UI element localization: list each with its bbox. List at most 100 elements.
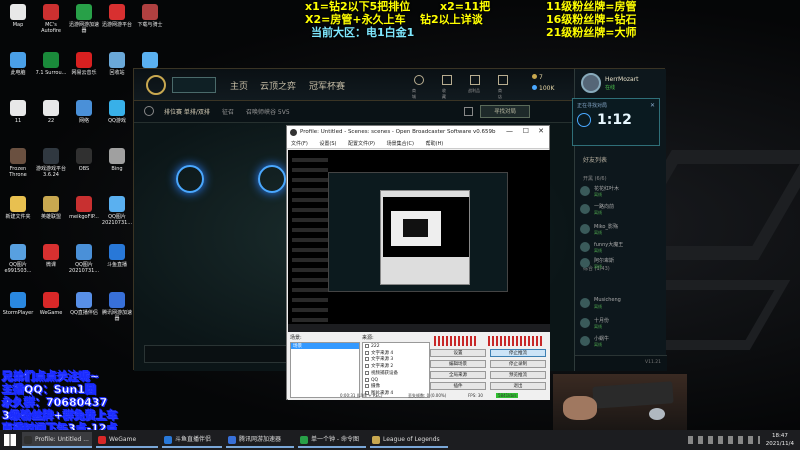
desktop-icon[interactable]: 微课 [35, 244, 67, 268]
source-checkbox[interactable] [365, 357, 369, 362]
taskbar-task[interactable]: WeGame [96, 432, 158, 448]
desktop-icon[interactable]: WeGame [35, 292, 67, 316]
source-item[interactable]: 视频捕获设备 [365, 370, 398, 377]
obs-button[interactable]: 停止推流 [490, 349, 546, 357]
maximize-button[interactable]: ☐ [523, 127, 529, 135]
social-group-1[interactable]: 开黑 (6/6) [583, 175, 607, 182]
scenes-list[interactable]: 场景 [290, 342, 360, 398]
friend-item[interactable]: 十月份 离线 [580, 316, 660, 332]
shop-icon[interactable] [498, 75, 508, 85]
desktop-icon[interactable]: Frozen Throne [2, 148, 34, 178]
source-label: 222 [371, 344, 380, 349]
nav-tft[interactable]: 云顶之弈 [260, 79, 296, 92]
app-icon [109, 100, 125, 116]
obs-button[interactable]: 停止录制 [490, 360, 546, 368]
scene-item[interactable]: 场景 [291, 343, 359, 349]
desktop-icon[interactable]: 此电脑 [2, 52, 34, 76]
sources-list[interactable]: 222 文字来源 4 文字来源 3 文字来源 2 视频捕获设备 QQ 摄像 图片来源 4 [362, 342, 430, 398]
source-checkbox[interactable] [365, 384, 369, 389]
store-icon[interactable] [414, 75, 424, 85]
desktop-icon[interactable]: meikgoFlP... [68, 196, 100, 220]
menu-help[interactable]: 帮助(H) [426, 141, 444, 147]
collection-icon[interactable] [442, 75, 452, 85]
friend-item[interactable]: funny大魔王 离线 [580, 240, 660, 256]
friend-item[interactable]: 阿尔卑斯 离线 [580, 256, 660, 272]
source-checkbox[interactable] [365, 350, 369, 355]
source-item[interactable]: QQ [365, 377, 378, 384]
lol-play-button[interactable] [172, 77, 216, 93]
task-label: WeGame [109, 436, 137, 443]
desktop-icon[interactable]: QQ游戏 [101, 100, 133, 124]
desktop-icon[interactable]: 11 [2, 100, 34, 124]
overlay-bottom-left: 兄弟们点点关注呢~ 主播QQ：Sun1圆 永久群：70680437 3级粉丝牌+… [2, 370, 118, 435]
menu-settings[interactable]: 设置(S) [319, 141, 336, 147]
desktop-icon[interactable]: 迅游网游平台 [101, 4, 133, 28]
source-item[interactable]: 222 [365, 344, 380, 350]
nav-clash[interactable]: 冠军杯赛 [309, 79, 345, 92]
desktop-icon[interactable]: 下载与骑士 [134, 4, 166, 28]
desktop-icon-label: QQ图片 e991503... [4, 262, 32, 274]
friend-item[interactable]: 一路向前 离线 [580, 202, 660, 218]
desktop-icon[interactable]: QQ图片 20210731... [68, 244, 100, 274]
friend-status: 离线 [594, 248, 602, 253]
desktop-icon[interactable]: 网络 [68, 100, 100, 124]
source-checkbox[interactable] [365, 377, 369, 382]
close-button[interactable]: ✕ [538, 127, 544, 135]
obs-button[interactable]: 预览推流 [490, 371, 546, 379]
desktop-icon[interactable]: 7.1 Surrou... [35, 52, 67, 76]
source-item[interactable]: 文字来源 3 [365, 357, 393, 363]
desktop-icon[interactable]: 腾讯网游加速器 [101, 292, 133, 322]
summoner-avatar[interactable] [581, 73, 601, 93]
menu-scene-collection[interactable]: 场景集合(C) [387, 141, 414, 147]
taskbar-task[interactable]: 单一个钟 - 命令图 [298, 432, 366, 448]
desktop-icon[interactable]: 网易云音乐 [68, 52, 100, 76]
queue-close-icon[interactable]: ✕ [650, 102, 655, 109]
menu-profiles[interactable]: 配置文件(P) [348, 141, 375, 147]
friend-item[interactable]: 花花红叶木 离线 [580, 184, 660, 200]
desktop-icon[interactable]: StormPlayer [2, 292, 34, 316]
friend-item[interactable]: Musicheng 离线 [580, 296, 660, 312]
find-match-button[interactable]: 寻找对局 [480, 105, 530, 118]
source-item[interactable]: 文字来源 4 [365, 350, 393, 357]
desktop-icon[interactable]: 新建文件夹 [2, 196, 34, 220]
desktop-icon[interactable]: Bing [101, 148, 133, 172]
desktop-icon[interactable]: MC's Autofire [35, 4, 67, 34]
taskbar-task[interactable]: 腾讯网游加速器 [226, 432, 294, 448]
taskbar-task[interactable]: League of Legends [370, 432, 448, 448]
desktop-icon[interactable]: 英雄联盟 [35, 196, 67, 220]
loot-icon[interactable] [470, 75, 480, 85]
source-checkbox[interactable] [365, 370, 369, 375]
obs-button[interactable]: 退出 [490, 382, 546, 390]
source-checkbox[interactable] [365, 364, 369, 369]
minimize-button[interactable]: — [506, 127, 513, 135]
back-icon[interactable] [144, 106, 154, 116]
desktop-icon[interactable]: QQ图片 e991503... [2, 244, 34, 274]
start-icon[interactable] [4, 434, 16, 446]
taskbar-clock[interactable]: 18:47 2021/11/4 [766, 432, 794, 448]
source-item[interactable]: 摄像 [365, 384, 380, 390]
obs-button[interactable]: 设置 [430, 349, 486, 357]
desktop-icon[interactable]: 22 [35, 100, 67, 124]
desktop-icon[interactable]: 迅游网游加速器 [68, 4, 100, 34]
source-item[interactable]: 文字来源 2 [365, 364, 393, 370]
obs-preview[interactable] [288, 150, 550, 332]
friend-item[interactable]: Miko_影殇 离线 [580, 222, 660, 238]
menu-file[interactable]: 文件(F) [291, 141, 308, 147]
desktop-icon[interactable]: QQ图片20210731... [101, 196, 133, 226]
nav-home[interactable]: 主页 [230, 79, 248, 92]
desktop-icon[interactable]: 游戏游戏平台 3.6.24 [35, 148, 67, 178]
desktop-icon[interactable]: Map [2, 4, 34, 28]
settings-icon[interactable] [464, 107, 473, 116]
source-checkbox[interactable] [365, 344, 369, 348]
lol-logo-icon[interactable] [146, 75, 166, 95]
obs-button[interactable]: 全局来源 [430, 371, 486, 379]
desktop-icon[interactable]: 回收站 [101, 52, 133, 76]
friend-item[interactable]: 小蜗牛 离线 [580, 334, 660, 350]
desktop-icon[interactable]: QQ直播伴侣 [68, 292, 100, 316]
obs-button[interactable]: 编辑场景 [430, 360, 486, 368]
desktop-icon[interactable]: OBS [68, 148, 100, 172]
desktop-icon[interactable]: 斗鱼直播 [101, 244, 133, 268]
taskbar-task[interactable]: 斗鱼直播伴侣 [162, 432, 222, 448]
obs-button[interactable]: 插件 [430, 382, 486, 390]
taskbar-task[interactable]: Profile: Untitled ... [22, 432, 92, 448]
